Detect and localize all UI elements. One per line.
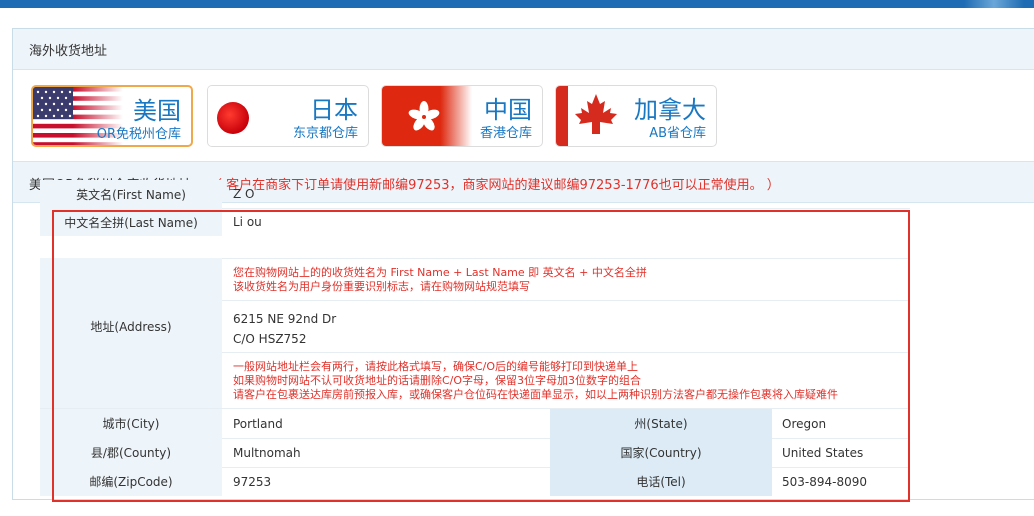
last-name-value[interactable]: Li ou — [233, 215, 262, 229]
first-name-label: 英文名(First Name) — [40, 180, 222, 208]
tab-hongkong-subtitle: 香港仓库 — [479, 126, 532, 141]
first-name-value[interactable]: Z O — [233, 187, 254, 201]
top-bar-decoration — [964, 0, 1024, 8]
tab-usa-subtitle: OR免税州仓库 — [96, 127, 181, 142]
table-row-last-name: 中文名全拼(Last Name) Li ou — [40, 208, 910, 259]
city-label: 城市(City) — [40, 409, 222, 438]
tab-canada-title: 加拿大 — [634, 96, 706, 124]
tab-usa-title: 美国 — [133, 97, 181, 125]
address-note-label-cell — [40, 352, 222, 408]
tab-japan-subtitle: 东京都仓库 — [292, 126, 358, 141]
table-row-address: 地址(Address) 6215 NE 92nd Dr C/O HSZ752 — [40, 300, 910, 353]
tab-hongkong-warehouse[interactable]: 中国 香港仓库 — [381, 85, 543, 147]
country-label: 国家(Country) — [550, 438, 772, 467]
top-navigation-bar — [0, 0, 1034, 8]
panel-title: 海外收货地址 — [29, 44, 108, 59]
name-note-line-1: 您在购物网站上的的收货姓名为 First Name + Last Name 即 … — [233, 266, 647, 279]
tab-japan-warehouse[interactable]: 日本 东京都仓库 — [207, 85, 369, 147]
tab-japan-title: 日本 — [310, 96, 358, 124]
address-note-line-2: 如果购物时网站不认可收货地址的话请删除C/O字母，保留3位字母加3位数字的组合 — [233, 374, 642, 387]
address-line-2[interactable]: C/O HSZ752 — [233, 332, 306, 346]
state-value[interactable]: Oregon — [782, 417, 826, 431]
table-row-address-note: 一般网站地址栏会有两行，请按此格式填写，确保C/O后的编号能够打印到快递单上 如… — [40, 352, 910, 409]
county-value[interactable]: Multnomah — [233, 446, 301, 460]
address-label: 地址(Address) — [40, 300, 222, 352]
last-name-label: 中文名全拼(Last Name) — [40, 208, 222, 236]
table-row-first-name: 英文名(First Name) Z O — [40, 180, 910, 209]
tab-canada-subtitle: AB省仓库 — [649, 126, 706, 141]
state-label: 州(State) — [550, 409, 772, 438]
table-row-name-note: 您在购物网站上的的收货姓名为 First Name + Last Name 即 … — [40, 258, 910, 301]
address-note-line-3: 请客户在包裹送达库房前预报入库，或确保客户仓位码在快递面单显示，如以上两种识别方… — [233, 388, 838, 401]
city-value[interactable]: Portland — [233, 417, 283, 431]
county-label: 县/郡(County) — [40, 438, 222, 467]
tab-canada-warehouse[interactable]: 加拿大 AB省仓库 — [555, 85, 717, 147]
tab-hongkong-title: 中国 — [484, 96, 532, 124]
canada-flag-icon — [556, 86, 646, 146]
table-row-zip-tel: 邮编(ZipCode) 97253 电话(Tel) 503-894-8090 — [40, 467, 910, 496]
table-row-city-state: 城市(City) Portland 州(State) Oregon — [40, 409, 910, 439]
name-note-label-cell — [40, 258, 222, 300]
address-note-line-1: 一般网站地址栏会有两行，请按此格式填写，确保C/O后的编号能够打印到快递单上 — [233, 360, 639, 373]
hongkong-flag-icon — [382, 86, 472, 146]
japan-flag-icon — [208, 86, 298, 146]
tel-label: 电话(Tel) — [550, 467, 772, 496]
name-note-line-2: 该收货姓名为用户身份重要识别标志，请在购物网站规范填写 — [233, 280, 530, 293]
tab-usa-warehouse[interactable]: 美国 OR免税州仓库 — [31, 85, 193, 147]
country-value[interactable]: United States — [782, 446, 863, 460]
address-line-1[interactable]: 6215 NE 92nd Dr — [233, 312, 336, 326]
panel-header: 海外收货地址 — [13, 29, 1034, 70]
zipcode-label: 邮编(ZipCode) — [40, 467, 222, 496]
zipcode-value[interactable]: 97253 — [233, 475, 271, 489]
table-row-county-country: 县/郡(County) Multnomah 国家(Country) United… — [40, 438, 910, 468]
tel-value[interactable]: 503-894-8090 — [782, 475, 867, 489]
